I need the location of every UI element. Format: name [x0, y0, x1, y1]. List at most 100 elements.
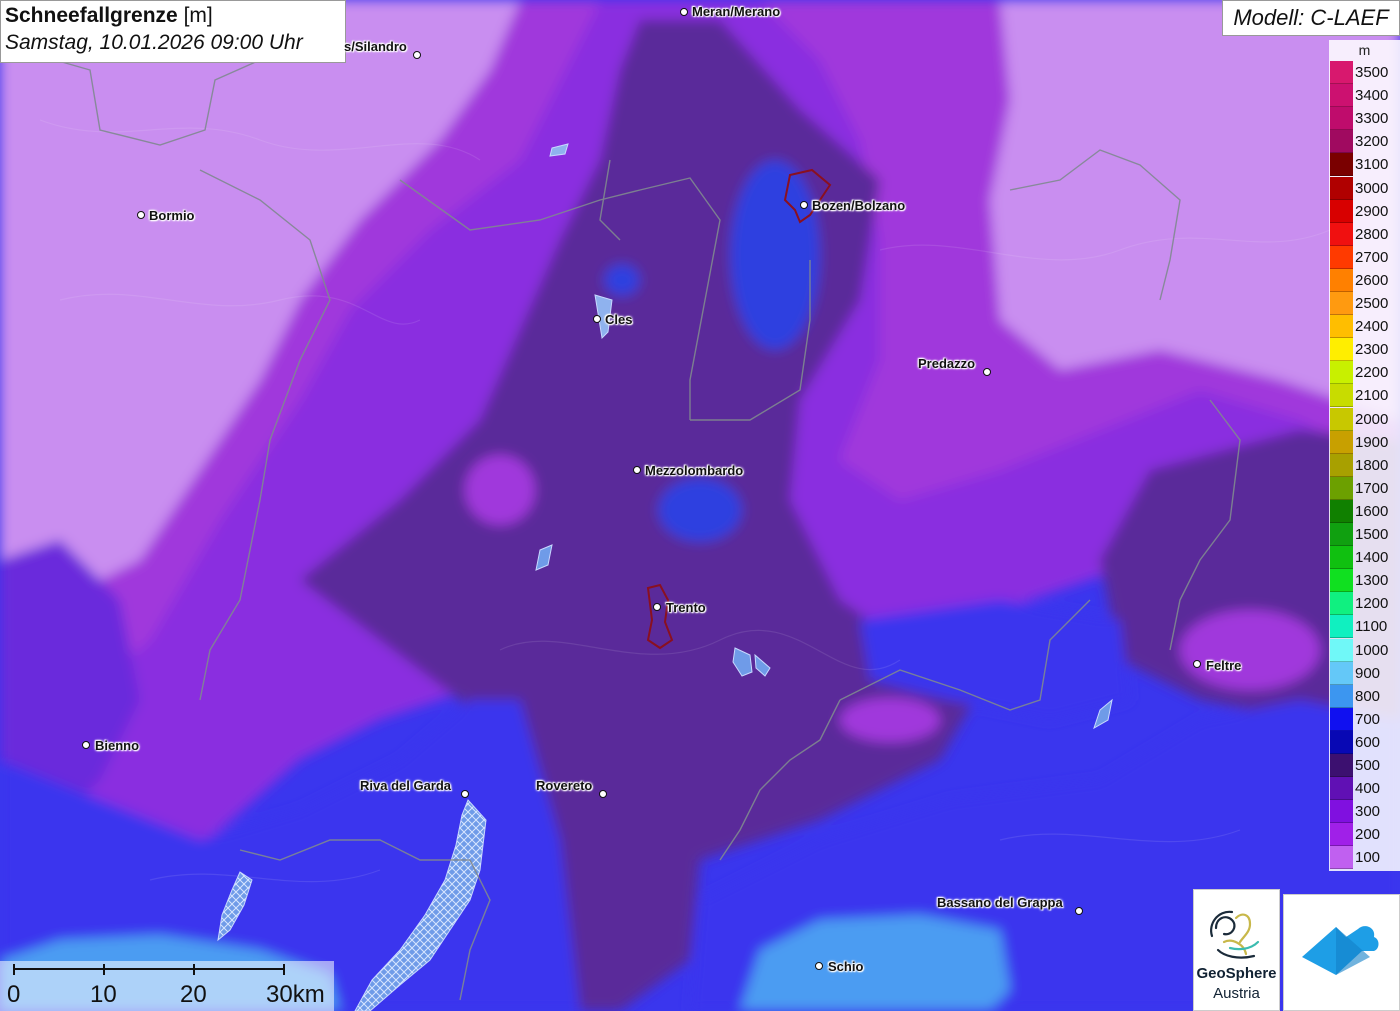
legend-row-1000: 1000: [1329, 638, 1400, 662]
city-dot-bolzano: [800, 201, 808, 209]
legend-row-1300: 1300: [1329, 569, 1400, 593]
legend-row-1900: 1900: [1329, 430, 1400, 454]
legend-row-2300: 2300: [1329, 338, 1400, 362]
city-label-rovereto[interactable]: Rovereto: [536, 778, 592, 793]
legend-row-3400: 3400: [1329, 84, 1400, 108]
legend-row-1200: 1200: [1329, 592, 1400, 616]
legend-label: 800: [1355, 687, 1381, 705]
scale-label-10: 10: [90, 981, 117, 1008]
zone-blue-mezzo: [658, 478, 742, 542]
scale-label-20: 20: [180, 981, 207, 1008]
parameter-name: Schneefallgrenze: [5, 4, 178, 27]
legend-label: 1400: [1355, 549, 1389, 567]
city-label-mezzolombardo[interactable]: Mezzolombardo: [645, 463, 743, 478]
weather-app-logo[interactable]: [1283, 894, 1400, 1011]
legend-row-200: 200: [1329, 823, 1400, 847]
legend-row-900: 900: [1329, 661, 1400, 685]
legend-label: 3500: [1355, 64, 1389, 81]
legend-swatch: [1330, 222, 1353, 246]
city-dot-rovereto: [599, 790, 607, 798]
legend-label: 1300: [1355, 572, 1389, 590]
legend-swatch: [1330, 84, 1353, 108]
scale-label-0: 0: [7, 981, 21, 1008]
legend-row-1600: 1600: [1329, 499, 1400, 523]
city-dot-bienno: [82, 741, 90, 749]
city-dot-feltre: [1193, 660, 1201, 668]
legend-swatch: [1330, 199, 1353, 223]
legend-label: 3400: [1355, 87, 1389, 105]
city-label-meran[interactable]: Meran/Merano: [692, 4, 780, 19]
legend-swatch: [1330, 523, 1353, 546]
legend-label: 2300: [1355, 341, 1389, 359]
legend-label: 900: [1355, 664, 1381, 682]
legend-row-600: 600: [1329, 730, 1400, 754]
legend-swatch: [1330, 268, 1353, 292]
legend-row-2100: 2100: [1329, 384, 1400, 408]
legend-label: 2000: [1355, 410, 1389, 428]
forecast-datetime: Samstag, 10.01.2026 09:00 Uhr: [5, 31, 303, 54]
legend-row-2000: 2000: [1329, 407, 1400, 431]
city-dot-bormio: [137, 211, 145, 219]
legend-label: 1900: [1355, 433, 1389, 451]
city-dot-bassano: [1075, 907, 1083, 915]
city-dot-mezzolombardo: [633, 466, 641, 474]
legend-label: 2800: [1355, 225, 1389, 243]
city-dot-silandro: [413, 51, 421, 59]
city-label-schio[interactable]: Schio: [828, 959, 863, 974]
legend-swatch: [1330, 592, 1353, 616]
legend-row-2600: 2600: [1329, 268, 1400, 292]
title-box: Schneefallgrenze [m] Samstag, 10.01.2026…: [0, 0, 346, 63]
legend-swatch: [1330, 245, 1353, 269]
city-label-bolzano[interactable]: Bozen/Bolzano: [812, 198, 905, 213]
geosphere-logo[interactable]: GeoSphere Austria: [1193, 889, 1280, 1011]
legend-label: 1000: [1355, 641, 1389, 659]
zone-magenta-feltre: [1180, 610, 1320, 690]
legend-label: 2500: [1355, 295, 1389, 312]
zone-blue-bolzano: [730, 160, 820, 350]
scale-bar: 0 10 20 30km: [0, 961, 334, 1011]
legend-row-1500: 1500: [1329, 523, 1400, 546]
city-label-cles[interactable]: Cles: [605, 312, 632, 327]
legend-swatch: [1330, 638, 1353, 662]
legend-row-1100: 1100: [1329, 615, 1400, 639]
legend-row-100: 100: [1329, 846, 1400, 870]
legend-row-500: 500: [1329, 754, 1400, 777]
city-label-bormio[interactable]: Bormio: [149, 208, 195, 223]
legend-swatch: [1330, 407, 1353, 431]
legend-swatch: [1330, 61, 1353, 84]
scale-label-30km: 30km: [266, 981, 325, 1008]
snowline-map[interactable]: [0, 0, 1400, 1011]
legend-label: 2100: [1355, 387, 1389, 405]
city-label-trento[interactable]: Trento: [666, 600, 706, 615]
legend-label: 2900: [1355, 202, 1389, 220]
legend-label: 100: [1355, 849, 1381, 867]
legend-row-1700: 1700: [1329, 476, 1400, 500]
legend-swatch: [1330, 499, 1353, 523]
snowline-contours: [0, 0, 1400, 1011]
legend-swatch: [1330, 661, 1353, 685]
geosphere-logo-icon: [1210, 910, 1260, 959]
legend-row-2900: 2900: [1329, 199, 1400, 223]
city-label-riva[interactable]: Riva del Garda: [360, 778, 451, 793]
model-label: Modell: C-LAEF: [1222, 0, 1400, 36]
legend-unit: m: [1358, 42, 1371, 58]
city-label-predazzo[interactable]: Predazzo: [918, 356, 975, 371]
legend-swatch: [1330, 153, 1353, 177]
city-dot-riva: [461, 790, 469, 798]
legend-swatch: [1330, 292, 1353, 315]
legend-swatch: [1330, 315, 1353, 339]
legend-label: 3300: [1355, 110, 1389, 128]
city-label-feltre[interactable]: Feltre: [1206, 658, 1241, 673]
legend-swatch: [1330, 384, 1353, 408]
legend-row-3500: 3500: [1329, 61, 1400, 84]
zone-magenta-west: [465, 455, 535, 525]
city-label-bassano[interactable]: Bassano del Grappa: [937, 895, 1063, 910]
legend-label: 1100: [1355, 618, 1388, 636]
legend-row-700: 700: [1329, 707, 1400, 731]
legend-label: 3200: [1355, 133, 1389, 151]
city-label-bienno[interactable]: Bienno: [95, 738, 139, 753]
zone-blue-cles: [604, 264, 640, 296]
legend-label: 1200: [1355, 595, 1389, 613]
city-label-silandro[interactable]: s/Silandro: [344, 39, 407, 54]
legend-swatch: [1330, 823, 1353, 847]
